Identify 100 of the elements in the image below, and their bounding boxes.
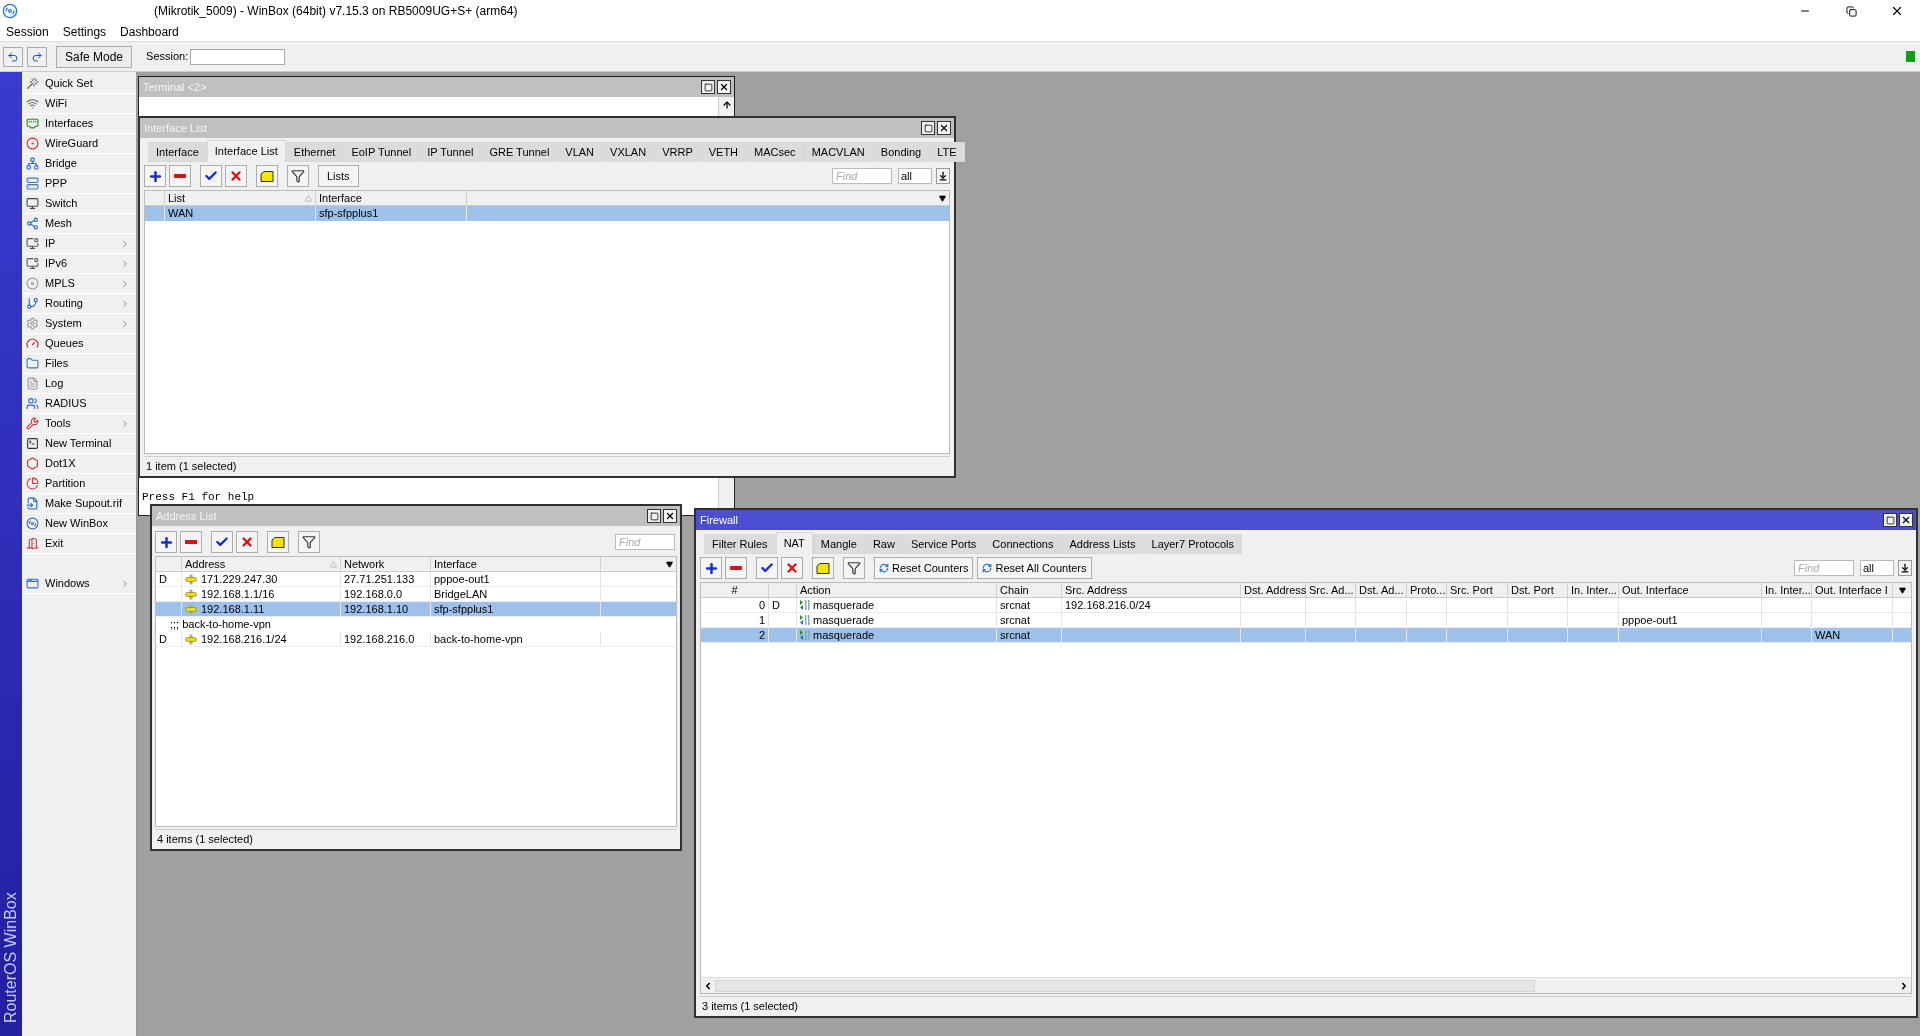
sidebar-item[interactable]: Files	[22, 354, 136, 374]
tab[interactable]: LTE	[929, 142, 965, 162]
table-row[interactable]: D 192.168.216.1/24 192.168.216.0 back-to-home-vpn	[156, 632, 676, 647]
column-header[interactable]: Out. Interface	[1619, 583, 1762, 597]
disable-button[interactable]	[236, 531, 258, 553]
comment-button[interactable]	[256, 165, 278, 187]
sidebar-item[interactable]: Make Supout.rif	[22, 494, 136, 514]
column-header[interactable]: Interface	[316, 191, 467, 205]
find-field[interactable]: Find	[832, 168, 892, 184]
tab[interactable]: IP Tunnel	[419, 142, 482, 162]
sidebar-item[interactable]: Queues	[22, 334, 136, 354]
tab[interactable]: Interface	[148, 142, 207, 162]
column-header[interactable]: List	[165, 191, 316, 205]
tab[interactable]: VXLAN	[602, 142, 655, 162]
column-header[interactable]: In. Inter...	[1568, 583, 1619, 597]
sidebar-item[interactable]: Windows	[22, 574, 136, 594]
tab[interactable]: Raw	[864, 534, 903, 554]
safe-mode-button[interactable]: Safe Mode	[56, 45, 133, 68]
sidebar-item[interactable]: New WinBox	[22, 514, 136, 534]
tab[interactable]: Mangle	[812, 534, 865, 554]
add-button[interactable]	[700, 557, 722, 579]
sidebar-item[interactable]: WireGuard	[22, 134, 136, 154]
remove-button[interactable]	[169, 165, 191, 187]
maximize-button[interactable]	[1883, 513, 1897, 527]
close-button[interactable]	[937, 121, 951, 135]
maximize-button[interactable]	[921, 121, 935, 135]
sidebar-item[interactable]: System	[22, 314, 136, 334]
add-button[interactable]	[155, 531, 177, 553]
comment-button[interactable]	[267, 531, 289, 553]
column-header[interactable]: Src. Ad...	[1306, 583, 1356, 597]
close-button[interactable]	[1899, 513, 1913, 527]
tab[interactable]: VLAN	[557, 142, 603, 162]
disable-button[interactable]	[781, 557, 803, 579]
column-header[interactable]: Proto...	[1407, 583, 1447, 597]
enable-button[interactable]	[756, 557, 778, 579]
sidebar-item[interactable]: Interfaces	[22, 114, 136, 134]
tab[interactable]: MACVLAN	[803, 142, 873, 162]
table-row[interactable]: 192.168.1.11 192.168.1.10 sfp-sfpplus1	[156, 602, 676, 617]
sidebar-item[interactable]: MPLS	[22, 274, 136, 294]
tab[interactable]: Connections	[984, 534, 1062, 554]
sidebar-item[interactable]: RADIUS	[22, 394, 136, 414]
tab[interactable]: Ethernet	[285, 142, 344, 162]
filter-button[interactable]	[298, 531, 320, 553]
tab[interactable]: Bonding	[872, 142, 930, 162]
column-header[interactable]: Out. Interface I	[1812, 583, 1893, 597]
undo-button[interactable]	[3, 46, 23, 67]
sidebar-item[interactable]: Partition	[22, 474, 136, 494]
sidebar-item[interactable]: IP	[22, 234, 136, 254]
table-row[interactable]: 2 masquerade srcnat WAN	[701, 628, 1911, 643]
tab[interactable]: Service Ports	[902, 534, 985, 554]
column-header[interactable]: Src. Port	[1447, 583, 1508, 597]
reset-all-counters-button[interactable]: Reset All Counters	[977, 557, 1092, 579]
lists-button[interactable]: Lists	[318, 165, 359, 187]
sidebar-item[interactable]: WiFi	[22, 94, 136, 114]
filter-button[interactable]	[287, 165, 309, 187]
column-header[interactable]: Action	[797, 583, 997, 597]
session-field[interactable]	[190, 48, 286, 65]
menu-item[interactable]: Dashboard	[120, 22, 179, 41]
dropdown-button[interactable]	[1898, 560, 1912, 576]
tab[interactable]: EoIP Tunnel	[343, 142, 420, 162]
sidebar-item[interactable]: Dot1X	[22, 454, 136, 474]
tab[interactable]: VETH	[700, 142, 747, 162]
tab[interactable]: Interface List	[206, 140, 286, 162]
find-field[interactable]: Find	[615, 534, 675, 550]
tab[interactable]: MACsec	[746, 142, 804, 162]
close-button[interactable]	[717, 80, 731, 94]
sidebar-item[interactable]: Mesh	[22, 214, 136, 234]
sidebar-item[interactable]: Exit	[22, 534, 136, 554]
column-header[interactable]: Network	[341, 557, 431, 571]
column-header[interactable]: Dst. Address	[1241, 583, 1306, 597]
comment-button[interactable]	[812, 557, 834, 579]
tab[interactable]: NAT	[775, 532, 813, 554]
table-row[interactable]: 1 masquerade srcnat pppoe-out1	[701, 613, 1911, 628]
enable-button[interactable]	[200, 165, 222, 187]
enable-button[interactable]	[211, 531, 233, 553]
remove-button[interactable]	[725, 557, 747, 579]
dropdown-button[interactable]	[936, 168, 950, 184]
column-header[interactable]: Address	[182, 557, 341, 571]
sidebar-item[interactable]: Bridge	[22, 154, 136, 174]
column-menu-icon[interactable]	[938, 194, 947, 202]
tab[interactable]: Address Lists	[1061, 534, 1144, 554]
table-row[interactable]: 192.168.1.1/16 192.168.0.0 BridgeLAN	[156, 587, 676, 602]
tab[interactable]: Filter Rules	[704, 534, 776, 554]
column-header[interactable]: Interface	[431, 557, 601, 571]
column-header[interactable]: Src. Address	[1062, 583, 1241, 597]
filter-select[interactable]: all	[1860, 560, 1894, 576]
table-row[interactable]: WAN sfp-sfpplus1	[145, 206, 949, 221]
table-row[interactable]: D 171.229.247.30 27.71.251.133 pppoe-out1	[156, 572, 676, 587]
tab[interactable]: VRRP	[654, 142, 701, 162]
sidebar-item[interactable]: Switch	[22, 194, 136, 214]
column-header[interactable]: In. Inter...	[1762, 583, 1812, 597]
tab[interactable]: GRE Tunnel	[481, 142, 558, 162]
sidebar-item[interactable]: Quick Set	[22, 74, 136, 94]
find-field[interactable]: Find	[1794, 560, 1854, 576]
maximize-button[interactable]	[701, 80, 715, 94]
maximize-button[interactable]	[647, 509, 661, 523]
column-header[interactable]: Dst. Port	[1508, 583, 1568, 597]
close-button[interactable]	[663, 509, 677, 523]
column-header[interactable]: #	[701, 583, 769, 597]
redo-button[interactable]	[27, 46, 47, 67]
